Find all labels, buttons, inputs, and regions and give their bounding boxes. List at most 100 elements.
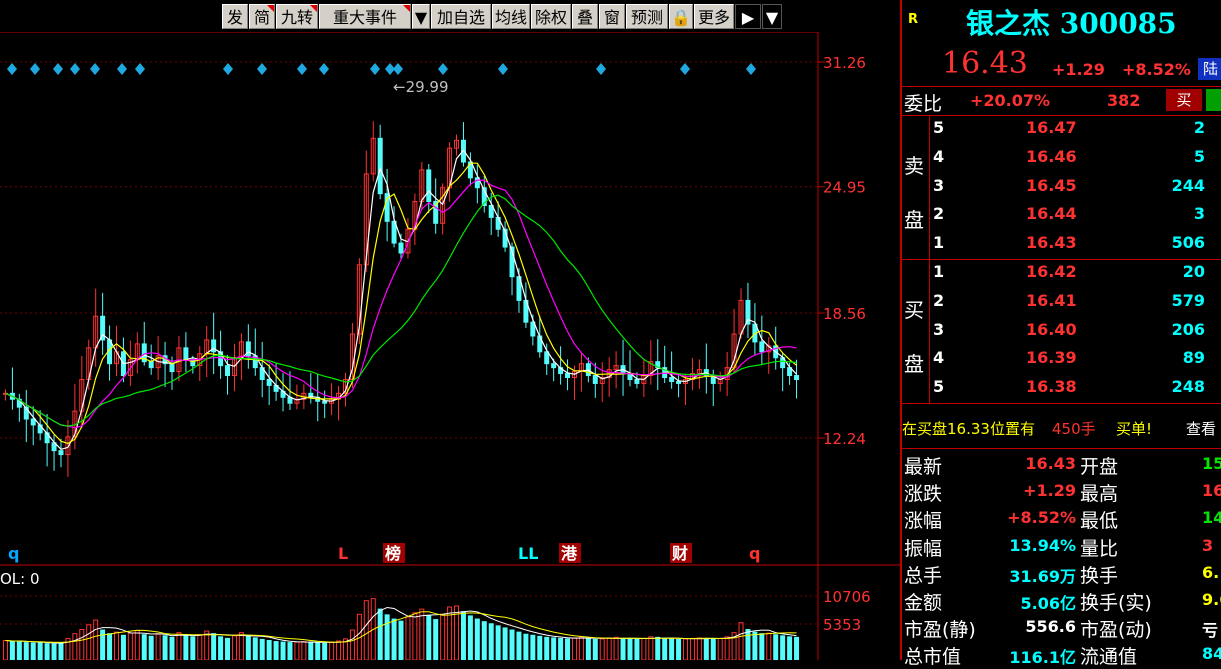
candle-body [565,373,571,379]
toolbar-button-8[interactable]: 叠 [572,4,598,29]
event-diamond-icon[interactable] [596,63,606,75]
toolbar-button-14[interactable]: ▼ [762,4,782,29]
candle-body [676,380,682,384]
candle-body [398,242,404,254]
event-diamond-icon[interactable] [53,63,63,75]
toolbar-button-label: 🔒 [671,8,691,27]
toolbar-button-10[interactable]: 预测 [626,4,668,29]
volume-bar [266,639,272,661]
bids-row: 2 16.41 579 [902,289,1221,317]
toolbar-button-11[interactable]: 🔒 [669,4,693,29]
volume-bar [530,634,536,661]
toolbar-button-9[interactable]: 窗 [599,4,625,29]
volume-bar [79,629,85,661]
volume-bar [127,632,133,661]
notice-suffix: 买单! [1116,420,1153,438]
volume-bar [259,638,265,661]
event-diamond-icon[interactable] [438,63,448,75]
sell-button[interactable] [1206,89,1221,111]
toolbar-button-label: 叠 [576,8,593,27]
volume-bar [349,629,355,661]
event-diamond-icon[interactable] [70,63,80,75]
event-marker[interactable]: 榜 [385,544,401,563]
event-diamond-icon[interactable] [135,63,145,75]
stat-value-right: 16 [1202,481,1221,501]
toolbar-button-label: 除权 [534,8,567,27]
event-diamond-icon[interactable] [393,63,403,75]
price-tick-label: 31.26 [823,54,866,72]
toolbar-button-5[interactable]: 加自选 [431,4,491,29]
toolbar-button-label: 窗 [603,8,620,27]
bids-price: 16.41 [1026,290,1077,310]
volume-bar [495,625,501,661]
kline-chart-svg[interactable]: 31.26 24.95 18.56 12.24 ←29.99 q L 榜 LL 港 财 q OL: 0 1… [0,0,900,661]
event-marker[interactable]: 港 [561,544,578,563]
event-diamond-icon[interactable] [7,63,17,75]
kline-chart-panel[interactable]: 31.26 24.95 18.56 12.24 ←29.99 q L 榜 LL 港 财 q OL: 0 1… [0,0,900,661]
stat-value: 556.6 [1025,617,1076,637]
toolbar-button-2[interactable]: 九转 [276,4,318,29]
volume-bar [225,637,231,661]
toolbar-button-7[interactable]: 除权 [531,4,571,29]
toolbar-button-4[interactable]: ▼ [412,4,430,29]
candle-body [551,363,557,369]
notice-view-link[interactable]: 查看 [1186,418,1216,439]
toolbar-button-1[interactable]: 简 [249,4,275,29]
volume-bar [9,641,15,661]
volume-bar [787,636,793,661]
toolbar-button-label: 发 [226,8,243,27]
ma10-line [5,179,797,429]
volume-bar [752,631,758,661]
stat-label-right: 换手 [1080,564,1119,587]
event-diamond-icon[interactable] [498,63,508,75]
event-diamond-icon[interactable] [319,63,329,75]
connect-badge[interactable]: 陆 [1198,58,1221,80]
event-marker[interactable]: 财 [671,544,688,563]
volume-bar [155,633,161,661]
volume-bar [301,641,307,661]
toolbar-button-13[interactable]: ▶ [735,4,761,29]
candle-body [634,378,640,384]
volume-bar [30,642,36,661]
volume-bar [551,637,557,661]
asks-side-border [929,116,930,260]
volume-bar [620,637,626,661]
stat-value-right: 亏 [1202,621,1219,641]
candle-body [58,450,64,456]
event-marker[interactable]: q [8,544,19,563]
volume-bar [571,637,577,661]
event-diamond-icon[interactable] [297,63,307,75]
candle-body [794,375,800,380]
ma3-line [5,149,797,450]
candle-body [592,375,598,384]
volume-bar [23,642,29,661]
buy-button[interactable]: 买 [1166,89,1202,111]
event-marker[interactable]: LL [518,544,538,563]
volume-bar [58,642,64,661]
event-diamond-icon[interactable] [746,63,756,75]
toolbar-button-label: 加自选 [436,8,485,27]
toolbar-button-6[interactable]: 均线 [492,4,530,29]
volume-bar [245,634,251,661]
event-diamond-icon[interactable] [680,63,690,75]
event-diamond-icon[interactable] [257,63,267,75]
event-diamond-icon[interactable] [117,63,127,75]
event-diamond-icon[interactable] [90,63,100,75]
toolbar-button-0[interactable]: 发 [222,4,248,29]
toolbar-button-12[interactable]: 更多 [694,4,734,29]
volume-bar [578,636,584,661]
stat-label: 市盈(静) [904,619,976,642]
event-diamond-icon[interactable] [223,63,233,75]
asks-level: 1 [933,233,945,253]
event-marker[interactable]: L [338,544,348,563]
event-diamond-icon[interactable] [370,63,380,75]
candle-body [377,137,383,195]
volume-bar [738,622,744,661]
stat-label: 涨跌 [904,483,943,506]
toolbar-button-3[interactable]: 重大事件 [319,4,411,29]
event-diamond-icon[interactable] [30,63,40,75]
event-marker[interactable]: q [749,544,760,563]
volume-bar [141,634,147,661]
volume-tick-label: 10706 [823,588,871,606]
volume-bar [669,638,675,661]
